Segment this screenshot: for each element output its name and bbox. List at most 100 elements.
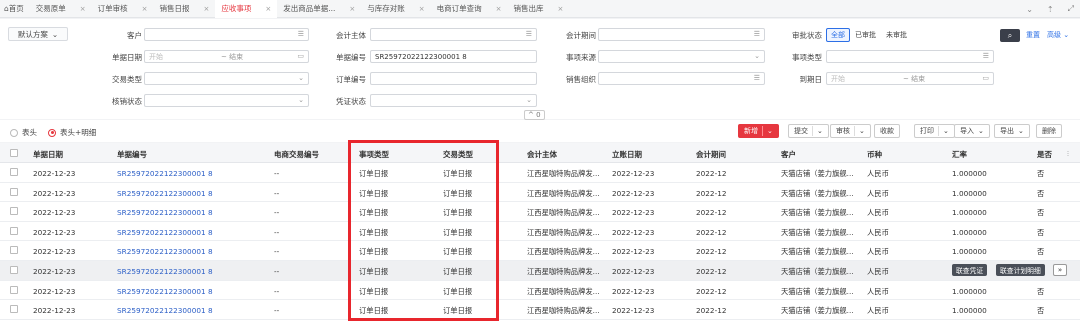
doc-date-range[interactable]: 开始 ~ 结束 ▭ bbox=[144, 50, 309, 63]
tab-item[interactable]: 交易原单 × bbox=[30, 0, 92, 18]
table-row[interactable]: 2022-12-23 SR25972022122300001 8 -- 订单日报 订单日… bbox=[0, 202, 1080, 222]
print-button[interactable]: 打印 ⌄ bbox=[914, 124, 955, 138]
search-button[interactable]: ⌕ bbox=[1000, 29, 1020, 42]
table-row[interactable]: 2022-12-23 SR25972022122300001 8 -- 订单日报 订单日… bbox=[0, 261, 1080, 281]
fullscreen-icon[interactable]: ⤢ bbox=[1068, 4, 1074, 14]
pin-icon[interactable]: ⇡ bbox=[1047, 5, 1054, 14]
col-doc-date[interactable]: 单据日期 bbox=[33, 149, 63, 160]
account-entity-input[interactable]: ☰ bbox=[370, 28, 537, 41]
row-checkbox[interactable] bbox=[10, 285, 18, 294]
row-checkbox[interactable] bbox=[10, 305, 18, 314]
close-icon[interactable]: × bbox=[349, 5, 355, 13]
approval-all[interactable]: 全部 bbox=[826, 28, 850, 42]
import-button[interactable]: 导入 ⌄ bbox=[954, 124, 990, 138]
column-settings-icon[interactable]: ⫶ bbox=[1067, 149, 1069, 159]
row-checkbox[interactable] bbox=[10, 226, 18, 235]
item-source-select[interactable]: ⌄ bbox=[598, 50, 765, 63]
tab-item[interactable]: 销售日报 × bbox=[154, 0, 216, 18]
chevron-down-icon[interactable]: ⌄ bbox=[859, 127, 865, 135]
calendar-icon[interactable]: ▭ bbox=[297, 52, 304, 60]
list-icon[interactable]: ☰ bbox=[754, 74, 760, 82]
col-book-date[interactable]: 立账日期 bbox=[612, 149, 642, 160]
row-checkbox[interactable] bbox=[10, 246, 18, 255]
delete-button[interactable]: 删除 bbox=[1036, 124, 1062, 138]
chevron-down-icon[interactable]: ⌄ bbox=[767, 127, 773, 135]
cell-doc-no[interactable]: SR25972022122300001 8 bbox=[117, 267, 213, 276]
approval-unapproved[interactable]: 未审批 bbox=[881, 28, 912, 42]
account-period-input[interactable]: ☰ bbox=[598, 28, 765, 41]
cell-doc-no[interactable]: SR25972022122300001 8 bbox=[117, 287, 213, 296]
tab-dropdown-icon[interactable]: ⌄ bbox=[1026, 5, 1033, 14]
tab-item[interactable]: 发出商品单据... × bbox=[277, 0, 361, 18]
table-row[interactable]: 2022-12-23 SR25972022122300001 8 -- 订单日报 订单日… bbox=[0, 163, 1080, 183]
table-row[interactable]: 2022-12-23 SR25972022122300001 8 -- 订单日报 订单日… bbox=[0, 222, 1080, 242]
table-row[interactable]: 2022-12-23 SR25972022122300001 8 -- 订单日报 订单日… bbox=[0, 281, 1080, 301]
tab-item[interactable]: 销售出库 × bbox=[508, 0, 570, 18]
voucher-status-select[interactable]: ⌄ bbox=[370, 94, 537, 107]
table-row[interactable]: 2022-12-23 SR25972022122300001 8 -- 订单日报 订单日… bbox=[0, 300, 1080, 320]
approve-button[interactable]: 审核 ⌄ bbox=[830, 124, 871, 138]
close-icon[interactable]: × bbox=[496, 5, 502, 13]
calendar-icon[interactable]: ▭ bbox=[982, 74, 989, 82]
sales-org-input[interactable]: ☰ bbox=[598, 72, 765, 85]
col-currency[interactable]: 币种 bbox=[867, 149, 882, 160]
doc-no-input[interactable]: SR25972022122300001 8 bbox=[370, 50, 537, 63]
more-actions-icon[interactable]: » bbox=[1053, 264, 1067, 276]
table-row[interactable]: 2022-12-23 SR25972022122300001 8 -- 订单日报 订单日… bbox=[0, 183, 1080, 203]
cell-doc-no[interactable]: SR25972022122300001 8 bbox=[117, 208, 213, 217]
collect-button[interactable]: 收款 bbox=[874, 124, 900, 138]
item-type-input[interactable]: ☰ bbox=[826, 50, 994, 63]
tab-item[interactable]: 应收事项 × bbox=[215, 0, 278, 18]
cell-doc-no[interactable]: SR25972022122300001 8 bbox=[117, 247, 213, 256]
table-row[interactable]: 2022-12-23 SR25972022122300001 8 -- 订单日报 订单日… bbox=[0, 241, 1080, 261]
col-account-period[interactable]: 会计期间 bbox=[696, 149, 726, 160]
row-checkbox[interactable] bbox=[10, 266, 18, 274]
chevron-down-icon[interactable]: ⌄ bbox=[943, 127, 949, 135]
submit-button[interactable]: 提交 ⌄ bbox=[788, 124, 829, 138]
tab-item[interactable]: 电商订单查询 × bbox=[431, 0, 508, 18]
tab-item[interactable]: 订单审核 × bbox=[92, 0, 154, 18]
radio-header-detail[interactable]: 表头+明细 bbox=[48, 127, 96, 138]
due-date-range[interactable]: 开始 ~ 结束 ▭ bbox=[826, 72, 994, 85]
close-icon[interactable]: × bbox=[80, 5, 86, 13]
list-icon[interactable]: ☰ bbox=[754, 30, 760, 38]
cell-doc-no[interactable]: SR25972022122300001 8 bbox=[117, 306, 213, 315]
cell-doc-no[interactable]: SR25972022122300001 8 bbox=[117, 228, 213, 237]
select-all-checkbox[interactable] bbox=[10, 149, 18, 157]
col-flag[interactable]: 是否 bbox=[1037, 149, 1052, 160]
list-icon[interactable]: ☰ bbox=[526, 30, 532, 38]
cell-doc-no[interactable]: SR25972022122300001 8 bbox=[117, 169, 213, 178]
col-item-type[interactable]: 事项类型 bbox=[359, 149, 389, 160]
export-button[interactable]: 导出 ⌄ bbox=[994, 124, 1030, 138]
list-icon[interactable]: ☰ bbox=[298, 30, 304, 38]
col-account-entity[interactable]: 会计主体 bbox=[527, 149, 557, 160]
cell-doc-no[interactable]: SR25972022122300001 8 bbox=[117, 189, 213, 198]
col-customer[interactable]: 客户 bbox=[781, 149, 796, 160]
order-no-input[interactable] bbox=[370, 72, 537, 85]
row-checkbox[interactable] bbox=[10, 168, 18, 176]
col-trade-type[interactable]: 交易类型 bbox=[443, 149, 473, 160]
customer-input[interactable]: ☰ bbox=[144, 28, 309, 41]
collapse-filter-button[interactable]: ^ 0 bbox=[524, 110, 545, 120]
reset-link[interactable]: 重置 bbox=[1026, 30, 1040, 40]
settle-status-select[interactable]: ⌄ bbox=[144, 94, 309, 107]
approval-approved[interactable]: 已审批 bbox=[850, 28, 881, 42]
col-ecom-trade-no[interactable]: 电商交易编号 bbox=[274, 149, 319, 160]
view-plan-detail-button[interactable]: 联查计划明细 bbox=[996, 264, 1045, 276]
close-icon[interactable]: × bbox=[204, 5, 210, 13]
close-icon[interactable]: × bbox=[142, 5, 148, 13]
advanced-link[interactable]: 高级 ⌄ bbox=[1047, 30, 1069, 40]
col-exchange-rate[interactable]: 汇率 bbox=[952, 149, 967, 160]
view-voucher-button[interactable]: 联查凭证 bbox=[952, 264, 988, 276]
radio-header[interactable]: 表头 bbox=[10, 127, 37, 138]
close-icon[interactable]: × bbox=[558, 5, 564, 13]
close-icon[interactable]: × bbox=[419, 5, 425, 13]
close-icon[interactable]: × bbox=[265, 5, 271, 13]
row-checkbox[interactable] bbox=[10, 187, 18, 196]
trade-type-select[interactable]: ⌄ bbox=[144, 72, 309, 85]
tab-item[interactable]: 与库存对账 × bbox=[361, 0, 430, 18]
chevron-down-icon[interactable]: ⌄ bbox=[817, 127, 823, 135]
tab-item[interactable]: ⌂ 首页 bbox=[0, 0, 30, 18]
col-doc-no[interactable]: 单据编号 bbox=[117, 149, 147, 160]
row-checkbox[interactable] bbox=[10, 207, 18, 216]
